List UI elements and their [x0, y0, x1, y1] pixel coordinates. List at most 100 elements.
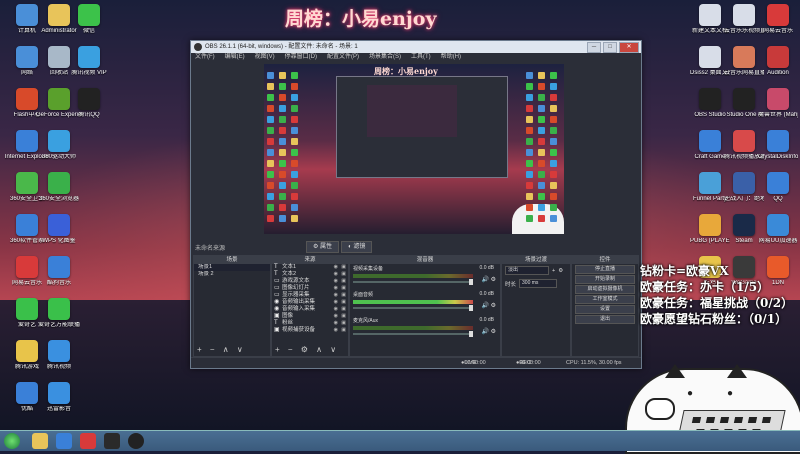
properties-button[interactable]: ⚙ 属性 — [306, 241, 340, 253]
cat-paw-left — [645, 398, 675, 420]
volume-slider[interactable] — [353, 331, 473, 337]
transition-select[interactable]: 淡出 — [505, 266, 549, 275]
volume-slider-knob[interactable] — [469, 331, 473, 337]
source-item[interactable]: T 粉丝 ◉ ▣ — [272, 320, 348, 327]
visibility-eye-icon[interactable]: ◉ — [334, 327, 338, 334]
lock-icon[interactable]: ▣ — [341, 285, 346, 292]
transition-duration-input[interactable]: 300 ms — [519, 279, 558, 288]
lock-icon[interactable]: ▣ — [341, 306, 346, 313]
maximize-button[interactable]: □ — [603, 42, 617, 53]
obs-titlebar[interactable]: OBS 26.1.1 (64-bit, windows) - 配置文件: 未命名… — [191, 41, 641, 53]
scene-item[interactable]: 场景1 — [194, 264, 270, 271]
menu-item[interactable]: 停靠窗口(D) — [285, 53, 317, 62]
menu-item[interactable]: 工具(T) — [411, 53, 431, 62]
lock-icon[interactable]: ▣ — [341, 320, 346, 327]
desktop-icon[interactable]: 迅雷影音 — [36, 382, 82, 413]
preview-desktop-icon — [550, 72, 557, 79]
source-item[interactable]: ▭ 图像幻灯片 ◉ ▣ — [272, 285, 348, 292]
minimize-button[interactable]: ─ — [587, 42, 601, 53]
visibility-eye-icon[interactable]: ◉ — [334, 313, 338, 320]
start-button[interactable] — [4, 433, 20, 449]
lock-icon[interactable]: ▣ — [341, 271, 346, 278]
lock-icon[interactable]: ▣ — [341, 299, 346, 306]
start-virtualcam-button[interactable]: 启动虚拟摄像机 — [575, 285, 635, 294]
desktop-icon[interactable]: 腾讯QQ — [66, 88, 112, 119]
filters-button[interactable]: ◐ 滤镜 — [341, 241, 373, 253]
source-item[interactable]: ◉ 音频输入采集 ◉ ▣ — [272, 306, 348, 313]
lock-icon[interactable]: ▣ — [341, 313, 346, 320]
obs-preview[interactable]: 周榜：小易enjoy — [264, 64, 564, 234]
desktop-icon[interactable]: 网易云音乐 — [758, 4, 798, 35]
game-icon[interactable] — [104, 433, 120, 449]
preview-nested-preview — [367, 85, 457, 137]
desktop-icon[interactable]: QQ — [758, 172, 798, 203]
desktop-icon[interactable]: WPS 化图鉴 — [36, 214, 82, 245]
volume-slider[interactable] — [353, 305, 473, 311]
netease-music-icon[interactable] — [80, 433, 96, 449]
desktop-icon[interactable]: 网易UU加速器 — [758, 214, 798, 245]
lock-icon[interactable]: ▣ — [341, 264, 346, 271]
transition-add-icon[interactable]: + — [552, 268, 555, 274]
visibility-eye-icon[interactable]: ◉ — [334, 278, 338, 285]
desktop-icon[interactable]: 腾讯视频 VIP — [66, 46, 112, 77]
volume-slider-knob[interactable] — [469, 305, 473, 311]
volume-slider[interactable] — [353, 279, 473, 285]
酷狗音乐-icon — [48, 256, 70, 278]
start-recording-button[interactable]: 开始录制 — [575, 275, 635, 284]
filters-label: 滤镜 — [353, 244, 366, 250]
visibility-eye-icon[interactable]: ◉ — [334, 299, 338, 306]
mute-speaker-icon[interactable]: 🔊 ⚙ — [481, 302, 496, 309]
scene-item[interactable]: 场景 2 — [194, 271, 270, 278]
preview-desktop-icon — [550, 149, 557, 156]
scenes-dock-toolbar[interactable]: + − ∧ ∨ — [197, 345, 246, 354]
visibility-eye-icon[interactable]: ◉ — [334, 264, 338, 271]
transition-gear-icon[interactable]: ⚙ — [558, 268, 563, 274]
studio-mode-button[interactable]: 工作室模式 — [575, 295, 635, 304]
desktop-icon[interactable]: CrystalDiskInfo — [758, 130, 798, 161]
desktop-icon[interactable]: 酷狗音乐 — [36, 256, 82, 287]
visibility-eye-icon[interactable]: ◉ — [334, 320, 338, 327]
visibility-eye-icon[interactable]: ◉ — [334, 306, 338, 313]
desktop-icon[interactable]: 魔兽世界 (Mahjong) — [758, 88, 798, 119]
explorer-icon[interactable] — [32, 433, 48, 449]
close-button[interactable]: ✕ — [619, 42, 639, 53]
obs-studio-icon — [699, 88, 721, 110]
browser-icon[interactable] — [56, 433, 72, 449]
source-item[interactable]: T 文本2 ◉ ▣ — [272, 271, 348, 278]
menu-item[interactable]: 文件(F) — [195, 53, 215, 62]
visibility-eye-icon[interactable]: ◉ — [334, 285, 338, 292]
desktop-icon[interactable]: 爱奇艺万能联播 — [36, 298, 82, 329]
desktop-icon[interactable]: 微信 — [66, 4, 112, 35]
menu-item[interactable]: 配置文件(P) — [327, 53, 359, 62]
exit-button[interactable]: 退出 — [575, 315, 635, 324]
volume-slider-knob[interactable] — [469, 279, 473, 285]
lock-icon[interactable]: ▣ — [341, 327, 346, 334]
stop-streaming-button[interactable]: 停止直播 — [575, 265, 635, 274]
source-item[interactable]: ▭ 游戏源文本 ◉ ▣ — [272, 278, 348, 285]
preview-desktop-icon — [526, 204, 533, 211]
menu-item[interactable]: 帮助(H) — [441, 53, 461, 62]
source-item[interactable]: ▭ 显示器采集 ◉ ▣ — [272, 292, 348, 299]
settings-button[interactable]: 设置 — [575, 305, 635, 314]
source-item[interactable]: ▣ 图像 ◉ ▣ — [272, 313, 348, 320]
source-item[interactable]: ▣ 视频捕获设备 ◉ ▣ — [272, 327, 348, 334]
menu-item[interactable]: 场景集合(S) — [369, 53, 401, 62]
visibility-eye-icon[interactable]: ◉ — [334, 271, 338, 278]
source-item[interactable]: ◉ 音频输出采集 ◉ ▣ — [272, 299, 348, 306]
visibility-eye-icon[interactable]: ◉ — [334, 292, 338, 299]
mute-speaker-icon[interactable]: 🔊 ⚙ — [481, 276, 496, 283]
menu-item[interactable]: 编辑(E) — [225, 53, 245, 62]
sources-dock-toolbar[interactable]: + − ⚙ ∧ ∨ — [275, 345, 339, 354]
lock-icon[interactable]: ▣ — [341, 292, 346, 299]
desktop-icon[interactable]: Audition — [758, 46, 798, 77]
desktop-icon[interactable]: 360驱动大师 — [36, 130, 82, 161]
menu-item[interactable]: 视图(V) — [255, 53, 275, 62]
obs-taskbar-icon[interactable] — [128, 433, 144, 449]
preview-desktop-icon — [526, 193, 533, 200]
lock-icon[interactable]: ▣ — [341, 278, 346, 285]
source-type-icon: T — [274, 271, 278, 277]
mute-speaker-icon[interactable]: 🔊 ⚙ — [481, 328, 496, 335]
source-item[interactable]: T 文本1 ◉ ▣ — [272, 264, 348, 271]
desktop-icon[interactable]: 腾讯视频 — [36, 340, 82, 371]
desktop-icon[interactable]: 360安全浏览器 — [36, 172, 82, 203]
